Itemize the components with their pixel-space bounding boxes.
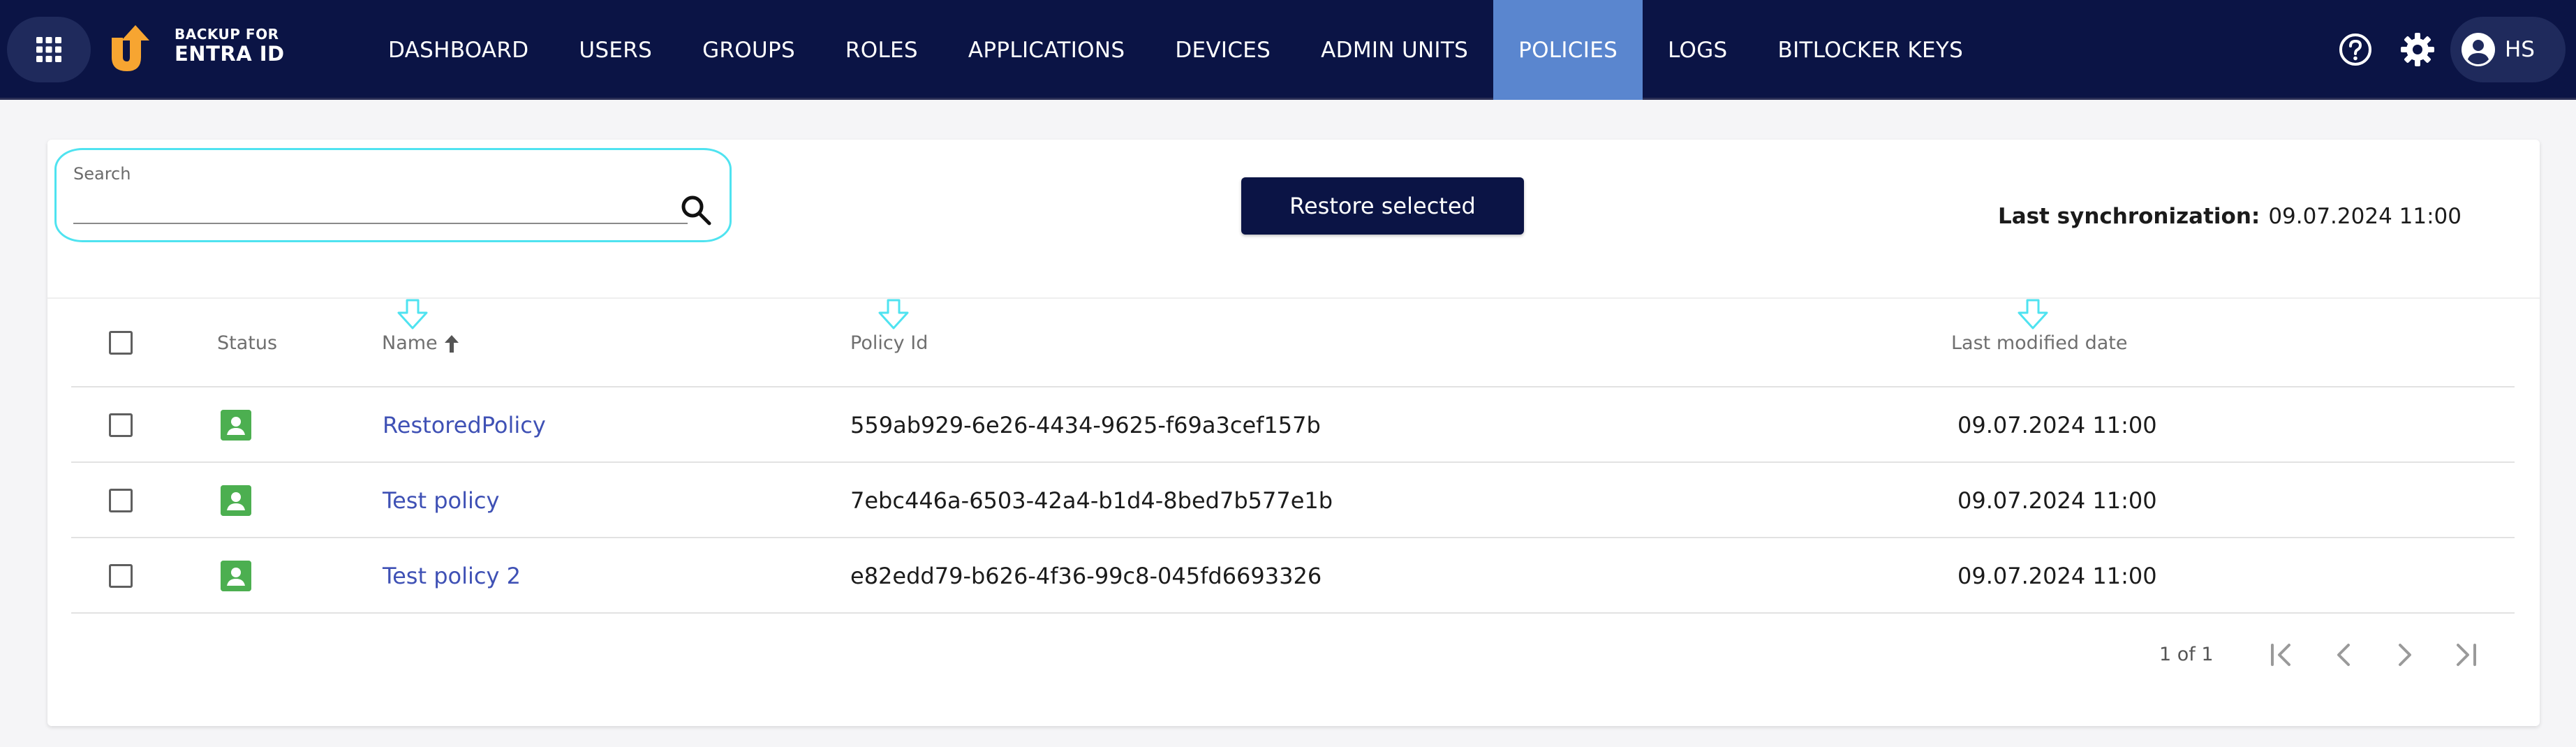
column-header-policy-id[interactable]: Policy Id	[850, 332, 928, 354]
column-header-last-modified[interactable]: Last modified date	[1951, 332, 2128, 354]
status-person-icon	[221, 561, 251, 591]
hint-arrow-down-icon	[397, 299, 428, 330]
help-button[interactable]	[2334, 28, 2377, 71]
column-header-name[interactable]: Name	[382, 332, 461, 354]
policy-name-link[interactable]: Test policy	[383, 487, 499, 514]
last-modified-date: 09.07.2024 11:00	[1957, 487, 2157, 514]
search-field[interactable]: Search	[54, 148, 732, 242]
apps-grid-icon	[36, 37, 61, 62]
sort-arrow-up-icon	[444, 334, 459, 353]
column-header-status[interactable]: Status	[217, 332, 277, 354]
nav-item-groups[interactable]: GROUPS	[677, 0, 820, 100]
nav-item-roles[interactable]: ROLES	[820, 0, 943, 100]
policy-name-link[interactable]: Test policy 2	[383, 563, 521, 589]
brand-name: BACKUP FOR ENTRA ID	[175, 27, 285, 66]
status-person-icon	[221, 485, 251, 516]
hint-arrow-down-icon	[878, 299, 909, 330]
nav-item-devices[interactable]: DEVICES	[1150, 0, 1296, 100]
row-checkbox[interactable]	[109, 413, 133, 437]
apps-menu-button[interactable]	[7, 17, 91, 82]
last-modified-date: 09.07.2024 11:00	[1957, 563, 2157, 589]
select-all-checkbox[interactable]	[109, 331, 133, 355]
first-page-icon[interactable]	[2264, 637, 2300, 673]
nav-item-dashboard[interactable]: DASHBOARD	[363, 0, 554, 100]
nav-item-applications[interactable]: APPLICATIONS	[943, 0, 1150, 100]
last-synchronization-label: Last synchronization:	[1997, 204, 2260, 229]
column-header-name-label: Name	[382, 332, 438, 354]
search-label: Search	[73, 164, 131, 184]
column-header-status-label: Status	[217, 332, 278, 354]
search-icon[interactable]	[678, 192, 714, 228]
user-menu-button[interactable]: HS	[2450, 17, 2566, 82]
last-modified-date: 09.07.2024 11:00	[1957, 412, 2157, 438]
main-nav: DASHBOARD USERS GROUPS ROLES APPLICATION…	[363, 0, 1988, 100]
nav-item-policies[interactable]: POLICIES	[1493, 0, 1643, 100]
nav-item-bitlocker-keys[interactable]: BITLOCKER KEYS	[1753, 0, 1989, 100]
backup-logo-icon[interactable]	[105, 22, 159, 77]
policy-name-link[interactable]: RestoredPolicy	[383, 412, 546, 438]
top-navigation-bar: BACKUP FOR ENTRA ID DASHBOARD USERS GROU…	[0, 0, 2576, 100]
policy-id: 559ab929-6e26-4434-9625-f69a3cef157b	[850, 412, 1321, 438]
help-circle-icon	[2339, 34, 2371, 66]
nav-item-admin-units[interactable]: ADMIN UNITS	[1296, 0, 1493, 100]
chevron-left-icon[interactable]	[2326, 637, 2362, 673]
policy-id: 7ebc446a-6503-42a4-b1d4-8bed7b577e1b	[850, 487, 1333, 514]
hint-arrow-down-icon	[2018, 299, 2048, 330]
nav-item-users[interactable]: USERS	[554, 0, 677, 100]
row-divider	[71, 612, 2515, 614]
brand-line-2: ENTRA ID	[175, 42, 285, 66]
last-synchronization: Last synchronization: 09.07.2024 11:00	[1998, 204, 2462, 229]
user-initials: HS	[2505, 37, 2535, 62]
policies-card: Search Restore selected Last synchroniza…	[47, 140, 2540, 726]
pagination-info: 1 of 1	[2159, 644, 2214, 665]
row-checkbox[interactable]	[109, 564, 133, 588]
header-divider	[71, 386, 2515, 387]
gear-icon	[2401, 33, 2434, 66]
settings-button[interactable]	[2396, 28, 2439, 71]
status-person-icon	[221, 410, 251, 441]
row-divider	[71, 537, 2515, 538]
last-synchronization-value: 09.07.2024 11:00	[2268, 204, 2462, 229]
column-header-last-modified-label: Last modified date	[1951, 332, 2128, 354]
policy-id: e82edd79-b626-4f36-99c8-045fd6693326	[850, 563, 1322, 589]
last-page-icon[interactable]	[2447, 637, 2483, 673]
account-circle-icon	[2462, 33, 2495, 66]
nav-item-logs[interactable]: LOGS	[1643, 0, 1752, 100]
brand-line-1: BACKUP FOR	[175, 26, 279, 43]
restore-selected-button[interactable]: Restore selected	[1241, 177, 1524, 235]
chevron-right-icon[interactable]	[2386, 637, 2422, 673]
row-divider	[71, 461, 2515, 463]
row-checkbox[interactable]	[109, 489, 133, 512]
column-header-policy-id-label: Policy Id	[850, 332, 928, 354]
search-input[interactable]	[73, 191, 688, 224]
